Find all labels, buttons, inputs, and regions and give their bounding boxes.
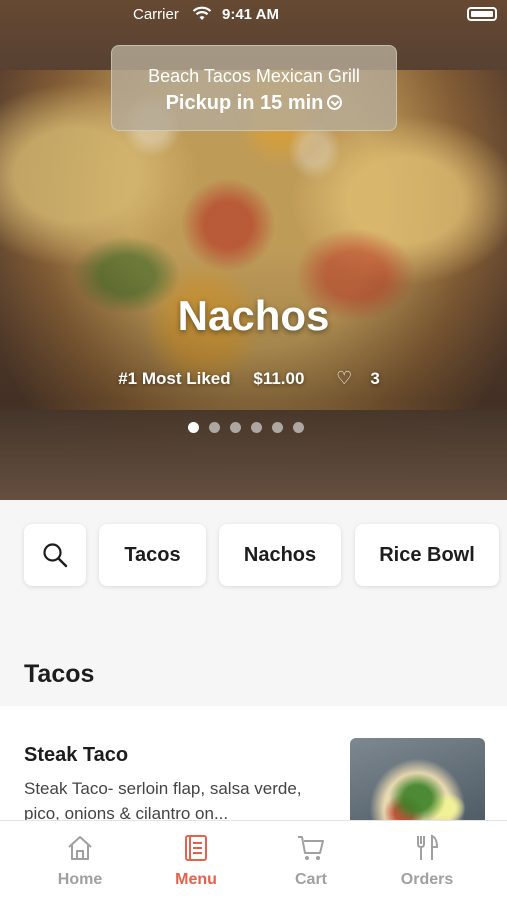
heart-icon: ♡ (336, 368, 353, 388)
wifi-icon (192, 6, 212, 20)
clock: 9:41 AM (222, 6, 279, 23)
likes-value: 3 (370, 369, 380, 388)
menu-item-description: Steak Taco- serloin flap, salsa verde, p… (24, 779, 302, 823)
pickup-selector[interactable]: Beach Tacos Mexican Grill Pickup in 15 m… (111, 45, 397, 131)
featured-dish-title: Nachos (177, 292, 330, 339)
restaurant-name: Beach Tacos Mexican Grill (148, 66, 360, 86)
tab-bar: Home Menu Cart Orders (0, 820, 507, 900)
menu-item[interactable]: Steak Taco Steak Taco- serloin flap, sal… (0, 706, 507, 838)
menu-item-name: Steak Taco (24, 744, 129, 766)
featured-price: $11.00 (253, 369, 305, 388)
carousel-dot[interactable] (209, 422, 220, 433)
pickup-label: Pickup in 15 min (165, 92, 324, 114)
featured-dish-meta: #1 Most Liked $11.00 ♡ 3 (0, 368, 507, 389)
tab-menu[interactable]: Menu (133, 821, 259, 900)
tab-home-label: Home (57, 871, 103, 888)
carousel-dot[interactable] (230, 422, 241, 433)
cart-icon (298, 836, 324, 860)
tab-menu-label: Menu (175, 871, 217, 888)
home-icon (68, 836, 92, 860)
status-bar: Carrier 9:41 AM (0, 0, 507, 30)
category-chip-rice-bowl[interactable]: Rice Bowl (355, 524, 499, 586)
tab-home[interactable]: Home (17, 821, 143, 900)
carousel-dot[interactable] (188, 422, 199, 433)
tab-orders-label: Orders (400, 871, 454, 888)
section-title: Tacos (24, 660, 95, 688)
search-icon (43, 543, 68, 568)
pickup-time: Pickup in 15 min (112, 92, 396, 115)
carousel-indicator[interactable] (188, 422, 304, 433)
search-button[interactable] (24, 524, 86, 586)
category-chip-nachos[interactable]: Nachos (219, 524, 341, 586)
chevron-down-icon (327, 95, 343, 110)
carrier-label: Carrier (133, 6, 179, 23)
category-chip-tacos[interactable]: Tacos (99, 524, 206, 586)
most-liked-badge: #1 Most Liked (118, 369, 231, 388)
likes-count: ♡ 3 (327, 368, 389, 388)
carousel-dot[interactable] (272, 422, 283, 433)
utensils-icon (417, 834, 439, 860)
tab-cart[interactable]: Cart (248, 821, 374, 900)
hero-banner[interactable]: Carrier 9:41 AM Beach Tacos Mexican Gril… (0, 0, 507, 500)
menu-icon (185, 835, 207, 861)
battery-icon (467, 7, 497, 21)
carousel-dot[interactable] (293, 422, 304, 433)
tab-cart-label: Cart (294, 871, 327, 888)
tab-orders[interactable]: Orders (364, 821, 490, 900)
carousel-dot[interactable] (251, 422, 262, 433)
